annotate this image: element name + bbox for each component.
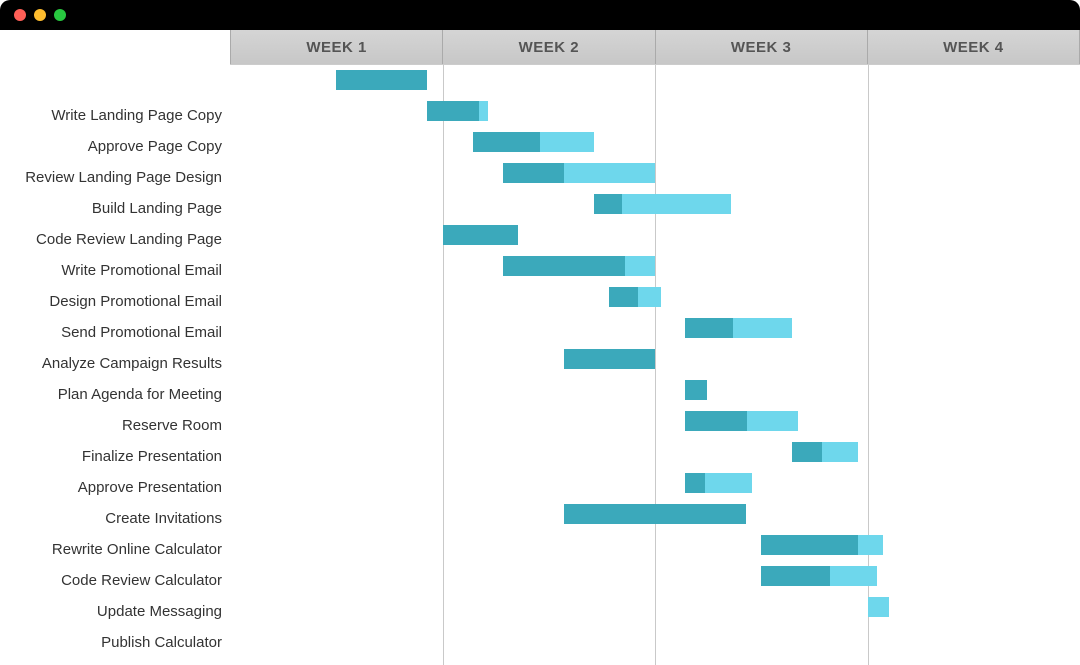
task-row: Design Promotional Email	[0, 286, 230, 317]
task-label: Rewrite Online Calculator	[0, 541, 230, 558]
week-header-cell: WEEK 4	[868, 30, 1080, 64]
task-label: Finalize Presentation	[0, 448, 230, 465]
week-header-cell: WEEK 1	[230, 30, 443, 64]
gantt-bar-row	[230, 127, 1080, 158]
zoom-icon[interactable]	[54, 9, 66, 21]
task-progress-bar	[685, 380, 706, 400]
window-titlebar	[0, 0, 1080, 30]
gantt-bar-row	[230, 561, 1080, 592]
task-row: Approve Presentation	[0, 472, 230, 503]
task-row: Analyze Campaign Results	[0, 348, 230, 379]
gantt-bar-row	[230, 592, 1080, 623]
task-label: Publish Calculator	[0, 634, 230, 651]
task-row: Plan Agenda for Meeting	[0, 379, 230, 410]
task-row: Finalize Presentation	[0, 441, 230, 472]
task-row: Send Promotional Email	[0, 317, 230, 348]
task-label: Design Promotional Email	[0, 293, 230, 310]
task-progress-bar	[564, 504, 746, 524]
task-bar[interactable]	[868, 597, 889, 617]
gantt-bar-row	[230, 375, 1080, 406]
gantt-bar-row	[230, 251, 1080, 282]
gantt-bar-row	[230, 530, 1080, 561]
task-progress-bar	[761, 566, 830, 586]
task-label: Send Promotional Email	[0, 324, 230, 341]
gantt-bar-row	[230, 344, 1080, 375]
gantt-bar-row	[230, 158, 1080, 189]
task-row: Build Landing Page	[0, 193, 230, 224]
task-progress-bar	[609, 287, 637, 307]
task-label: Update Messaging	[0, 603, 230, 620]
task-label: Code Review Landing Page	[0, 231, 230, 248]
task-progress-bar	[336, 70, 427, 90]
task-label: Write Promotional Email	[0, 262, 230, 279]
task-label: Code Review Calculator	[0, 572, 230, 589]
task-label: Write Landing Page Copy	[0, 107, 230, 124]
task-row: Reserve Room	[0, 410, 230, 441]
timeline-header: WEEK 1WEEK 2WEEK 3WEEK 4	[230, 30, 1080, 65]
task-progress-bar	[443, 225, 519, 245]
week-header-cell: WEEK 2	[443, 30, 655, 64]
task-label: Analyze Campaign Results	[0, 355, 230, 372]
gantt-bar-row	[230, 313, 1080, 344]
task-row: Write Landing Page Copy	[0, 100, 230, 131]
week-header-cell: WEEK 3	[656, 30, 868, 64]
task-row: Publish Calculator	[0, 627, 230, 658]
task-label: Reserve Room	[0, 417, 230, 434]
task-row: Approve Page Copy	[0, 131, 230, 162]
gantt-bar-row	[230, 406, 1080, 437]
task-label: Plan Agenda for Meeting	[0, 386, 230, 403]
task-progress-bar	[761, 535, 858, 555]
task-row: Review Landing Page Design	[0, 162, 230, 193]
task-label: Approve Presentation	[0, 479, 230, 496]
task-label: Approve Page Copy	[0, 138, 230, 155]
gantt-bar-row	[230, 282, 1080, 313]
task-progress-bar	[503, 256, 624, 276]
gantt-bar-row	[230, 468, 1080, 499]
minimize-icon[interactable]	[34, 9, 46, 21]
task-progress-bar	[685, 473, 705, 493]
gantt-bar-row	[230, 65, 1080, 96]
task-row: Update Messaging	[0, 596, 230, 627]
task-label: Review Landing Page Design	[0, 169, 230, 186]
task-progress-bar	[685, 318, 733, 338]
timeline-area: WEEK 1WEEK 2WEEK 3WEEK 4	[230, 30, 1080, 665]
task-row: Code Review Landing Page	[0, 224, 230, 255]
gantt-bars	[230, 65, 1080, 665]
task-progress-bar	[685, 411, 747, 431]
gantt-bar-row	[230, 499, 1080, 530]
app-window: Write Landing Page Copy Approve Page Copy…	[0, 0, 1080, 665]
task-label-column: Write Landing Page Copy Approve Page Copy…	[0, 30, 230, 665]
task-progress-bar	[473, 132, 540, 152]
task-progress-bar	[427, 101, 479, 121]
gantt-bar-row	[230, 96, 1080, 127]
gantt-bar-row	[230, 220, 1080, 251]
gantt-bar-row	[230, 437, 1080, 468]
gantt-content: Write Landing Page Copy Approve Page Copy…	[0, 30, 1080, 665]
task-row: Rewrite Online Calculator	[0, 534, 230, 565]
task-progress-bar	[792, 442, 822, 462]
task-label: Build Landing Page	[0, 200, 230, 217]
task-label: Create Invitations	[0, 510, 230, 527]
task-progress-bar	[503, 163, 564, 183]
gantt-bar-row	[230, 189, 1080, 220]
task-progress-bar	[564, 349, 655, 369]
task-row: Write Promotional Email	[0, 255, 230, 286]
task-progress-bar	[594, 194, 621, 214]
task-row: Create Invitations	[0, 503, 230, 534]
close-icon[interactable]	[14, 9, 26, 21]
task-row: Code Review Calculator	[0, 565, 230, 596]
